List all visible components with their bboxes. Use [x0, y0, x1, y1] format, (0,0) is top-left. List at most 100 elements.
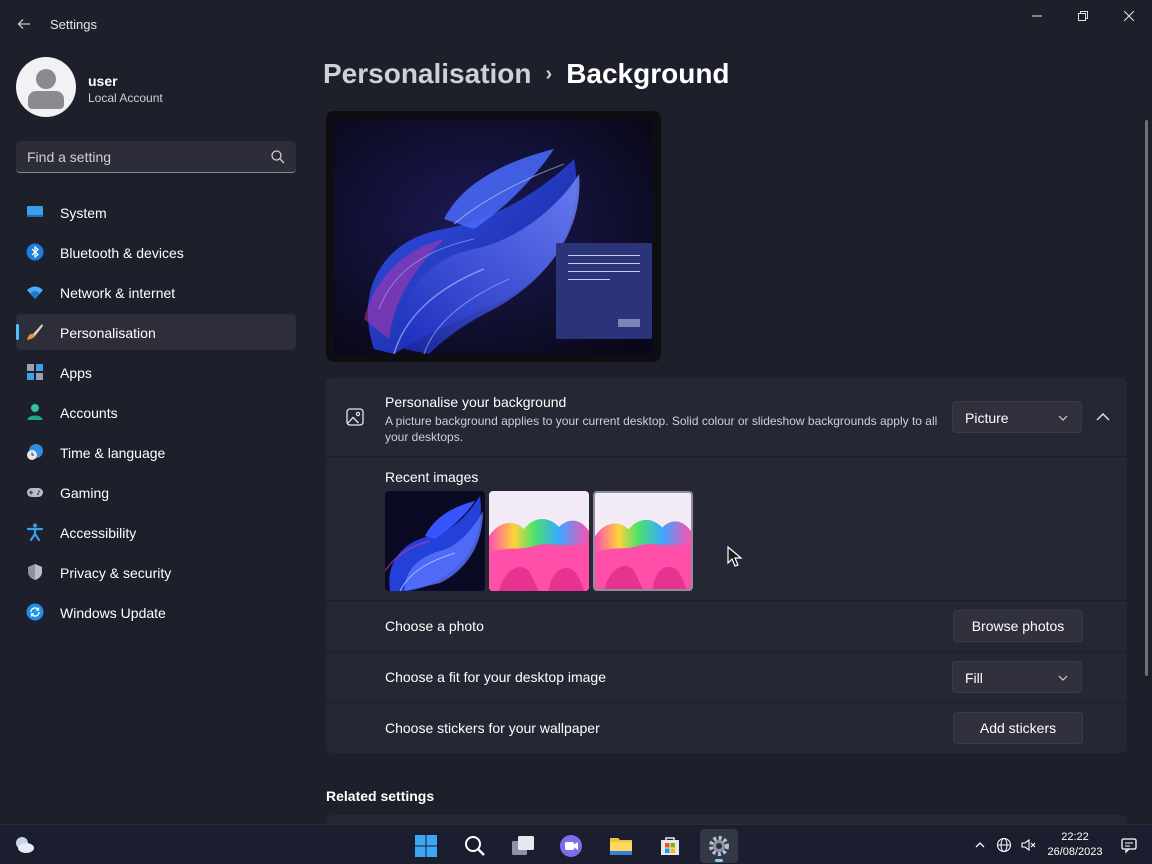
recent-image-thumbnail[interactable]: [489, 491, 589, 591]
sidebar-item-label: Bluetooth & devices: [60, 245, 184, 261]
sidebar-item-accounts[interactable]: Accounts: [16, 394, 296, 430]
sidebar-item-label: Time & language: [60, 445, 166, 461]
scrollbar[interactable]: [1145, 120, 1148, 676]
choose-fit-label: Choose a fit for your desktop image: [385, 669, 607, 685]
task-view-icon: [512, 836, 534, 855]
file-explorer-icon: [610, 838, 632, 855]
sidebar-item-apps[interactable]: Apps: [16, 354, 296, 390]
preview-window-mock: [556, 243, 652, 339]
stickers-row: Choose stickers for your wallpaper Add s…: [326, 703, 1127, 753]
title-bar: Settings: [0, 0, 1152, 48]
accessibility-icon: [26, 523, 44, 541]
show-hidden-icons-button[interactable]: [970, 835, 990, 855]
clock-globe-icon: [27, 444, 43, 460]
taskbar: 22:22 26/08/2023: [0, 824, 1152, 864]
settings-window: Settings user Local Account Find a setti…: [0, 0, 1152, 824]
shield-icon: [28, 564, 42, 580]
sidebar-item-personalisation[interactable]: Personalisation: [16, 314, 296, 350]
card-description: A picture background applies to your cur…: [385, 414, 938, 444]
taskbar-clock[interactable]: 22:22 26/08/2023: [1040, 830, 1110, 860]
chevron-up-icon: [975, 842, 985, 848]
chat-button[interactable]: [552, 829, 590, 863]
task-view-button[interactable]: [504, 829, 542, 863]
blue-bloom-wallpaper-thumbnail: [385, 491, 485, 591]
preview-line: [568, 279, 610, 280]
preview-line: [568, 263, 640, 264]
recent-image-thumbnail[interactable]: [385, 491, 485, 591]
settings-icon: [709, 836, 729, 856]
apps-icon: [27, 364, 43, 380]
background-settings-card: Personalise your background A picture ba…: [326, 378, 1127, 456]
volume-tray-button[interactable]: [1018, 835, 1038, 855]
user-name: user: [88, 73, 118, 89]
choose-fit-row: Choose a fit for your desktop image Fill: [326, 652, 1127, 702]
clock-date: 26/08/2023: [1047, 846, 1103, 858]
sidebar-nav: System Bluetooth & devices Network & int…: [16, 194, 296, 634]
system-icon: [27, 206, 43, 217]
search-input[interactable]: Find a setting: [16, 141, 296, 173]
fit-dropdown[interactable]: Fill: [952, 661, 1082, 693]
sidebar-item-label: Apps: [60, 365, 92, 381]
sidebar-item-label: Accounts: [60, 405, 118, 421]
picture-icon: [346, 408, 364, 426]
paintbrush-icon: [27, 324, 43, 340]
chat-icon: [560, 835, 582, 857]
network-tray-button[interactable]: [994, 835, 1014, 855]
sidebar-item-label: System: [60, 205, 107, 221]
close-button[interactable]: [1106, 0, 1152, 32]
minimize-button[interactable]: [1014, 0, 1060, 32]
stickers-label: Choose stickers for your wallpaper: [385, 720, 600, 736]
breadcrumb-parent[interactable]: Personalisation: [323, 58, 532, 89]
recent-images-label: Recent images: [385, 469, 479, 485]
notification-icon[interactable]: [1119, 835, 1139, 855]
sidebar-item-windows-update[interactable]: Windows Update: [16, 594, 296, 630]
sidebar-item-gaming[interactable]: Gaming: [16, 474, 296, 510]
recent-images-section: Recent images: [326, 457, 1127, 600]
minimize-icon: [1032, 15, 1042, 17]
sidebar-item-label: Privacy & security: [60, 565, 172, 581]
close-icon: [1124, 11, 1134, 21]
preview-wallpaper: [334, 119, 653, 354]
gamepad-icon: [27, 488, 43, 497]
restore-button[interactable]: [1060, 0, 1106, 32]
sidebar-item-accessibility[interactable]: Accessibility: [16, 514, 296, 550]
sidebar-item-time-language[interactable]: Time & language: [16, 434, 296, 470]
start-button[interactable]: [407, 829, 445, 863]
update-icon: [26, 603, 44, 621]
sidebar-item-bluetooth[interactable]: Bluetooth & devices: [16, 234, 296, 270]
background-type-dropdown[interactable]: Picture: [952, 401, 1082, 433]
taskbar-search-button[interactable]: [456, 829, 494, 863]
restore-icon: [1078, 11, 1088, 21]
weather-icon[interactable]: [12, 833, 36, 857]
sidebar-item-network[interactable]: Network & internet: [16, 274, 296, 310]
settings-taskbar-button[interactable]: [700, 829, 738, 863]
search-placeholder: Find a setting: [27, 149, 112, 165]
sidebar-item-label: Gaming: [60, 485, 110, 501]
add-stickers-button[interactable]: Add stickers: [953, 712, 1083, 744]
sidebar-item-label: Windows Update: [60, 605, 166, 621]
wifi-icon: [27, 286, 43, 299]
store-icon: [661, 837, 679, 855]
browse-photos-button[interactable]: Browse photos: [953, 610, 1083, 642]
sidebar-item-privacy-security[interactable]: Privacy & security: [16, 554, 296, 590]
dropdown-value: Picture: [965, 410, 1009, 426]
preview-line: [568, 271, 640, 272]
preview-line: [568, 255, 640, 256]
clock-time: 22:22: [1061, 831, 1089, 843]
back-button[interactable]: [12, 12, 36, 36]
chevron-right-icon: ›: [545, 63, 553, 85]
related-settings-card: [326, 815, 1127, 824]
speaker-muted-icon: [1021, 838, 1036, 852]
choose-photo-row: Choose a photo Browse photos: [326, 601, 1127, 651]
recent-image-thumbnail-selected[interactable]: [593, 491, 693, 591]
sidebar-item-label: Network & internet: [60, 285, 176, 301]
store-button[interactable]: [651, 829, 689, 863]
sidebar-item-system[interactable]: System: [16, 194, 296, 230]
card-title: Personalise your background: [385, 394, 567, 410]
page-title: Background: [566, 58, 730, 89]
rainbow-wallpaper-thumbnail: [595, 493, 691, 589]
file-explorer-button[interactable]: [602, 829, 640, 863]
chevron-up-icon[interactable]: [1092, 406, 1114, 428]
rainbow-wallpaper-thumbnail: [489, 491, 589, 591]
search-icon: [465, 836, 485, 856]
